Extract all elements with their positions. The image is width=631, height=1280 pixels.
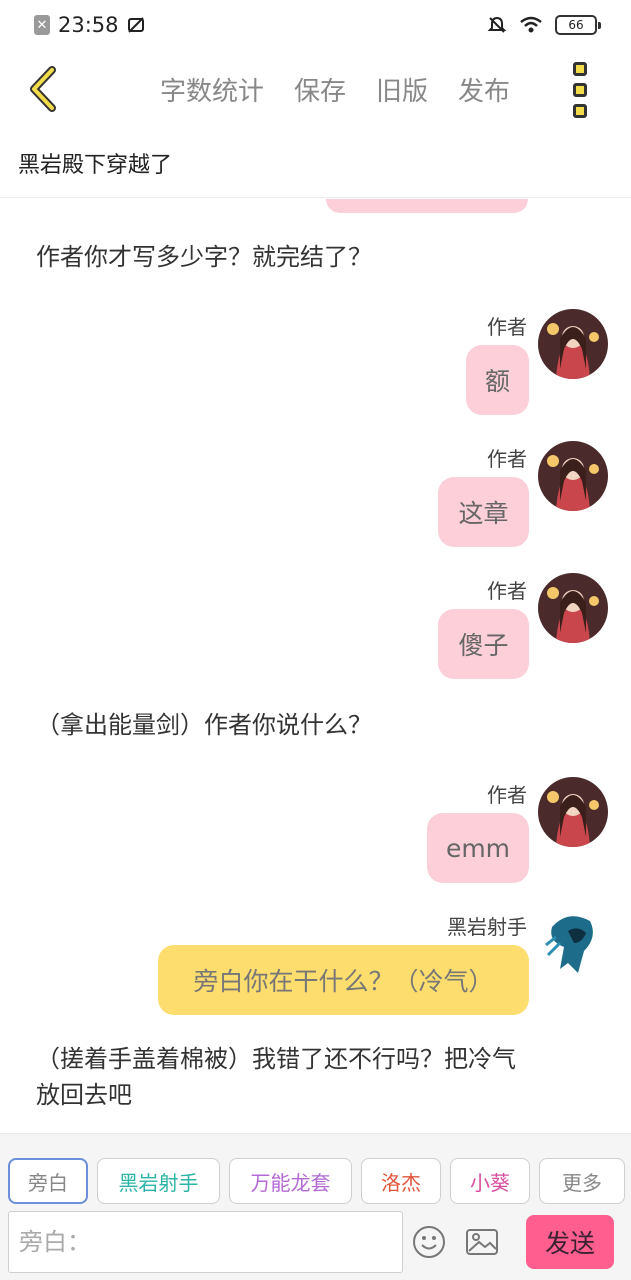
more-menu-button[interactable]	[566, 62, 594, 118]
character-narrator-button[interactable]: 旁白	[8, 1158, 88, 1204]
archer-avatar[interactable]	[538, 907, 608, 977]
old-version-button[interactable]: 旧版	[376, 71, 428, 108]
more-characters-button[interactable]: 更多	[539, 1158, 625, 1204]
speaker-name: 作者	[487, 447, 527, 471]
character-extra-button[interactable]: 万能龙套	[229, 1158, 352, 1204]
back-button[interactable]	[18, 62, 68, 116]
message-bubble[interactable]: emm	[427, 813, 529, 883]
narration-line[interactable]: 作者你才写多少字？就完结了？	[36, 239, 372, 275]
author-avatar[interactable]	[538, 777, 608, 847]
composer-toolbar: 旁白 黑岩射手 万能龙套 洛杰 小葵 更多 发送	[0, 1133, 631, 1280]
message-bubble[interactable]: 额	[466, 345, 529, 415]
narration-line[interactable]: （拿出能量剑）作者你说什么？	[36, 707, 372, 743]
send-button[interactable]: 发送	[526, 1215, 614, 1269]
screenshot-off-icon	[127, 17, 144, 33]
partial-message-bubble	[326, 199, 528, 213]
narration-line-continued: 放回去吧	[36, 1081, 132, 1109]
chat-area[interactable]: 作者你才写多少字？就完结了？ 作者 额 作者 这章 作者 傻子 （拿出能量剑）作…	[0, 199, 631, 1133]
message-bubble[interactable]: 旁白你在干什么？（冷气）	[158, 945, 529, 1015]
message-input[interactable]	[8, 1211, 403, 1273]
author-avatar[interactable]	[538, 573, 608, 643]
character-selector: 旁白 黑岩射手 万能龙套 洛杰 小葵 更多	[8, 1158, 625, 1204]
save-button[interactable]: 保存	[294, 71, 346, 108]
author-avatar[interactable]	[538, 309, 608, 379]
image-icon[interactable]	[465, 1225, 499, 1259]
wifi-icon	[520, 16, 542, 33]
battery-indicator: 66	[555, 15, 601, 35]
message-bubble[interactable]: 傻子	[438, 609, 529, 679]
menu-dot-icon	[573, 104, 587, 118]
top-navigation: 字数统计 保存 旧版 发布	[0, 52, 631, 126]
emoji-icon[interactable]	[412, 1225, 446, 1259]
speaker-name: 黑岩射手	[447, 915, 527, 939]
status-time: 23:58	[58, 13, 119, 37]
character-luojie-button[interactable]: 洛杰	[361, 1158, 441, 1204]
document-title: 黑岩殿下穿越了	[0, 128, 631, 198]
menu-dot-icon	[573, 83, 587, 97]
publish-button[interactable]: 发布	[458, 71, 510, 108]
menu-dot-icon	[573, 62, 587, 76]
character-archer-button[interactable]: 黑岩射手	[97, 1158, 220, 1204]
chevron-left-icon	[30, 66, 56, 112]
word-count-button[interactable]: 字数统计	[160, 71, 264, 108]
author-avatar[interactable]	[538, 441, 608, 511]
notification-x-icon: ✕	[34, 15, 50, 35]
speaker-name: 作者	[487, 315, 527, 339]
bell-muted-icon	[487, 16, 507, 33]
narration-line[interactable]: （搓着手盖着棉被）我错了还不行吗？把冷气	[36, 1041, 516, 1077]
message-bubble[interactable]: 这章	[438, 477, 529, 547]
speaker-name: 作者	[487, 783, 527, 807]
character-xiaokui-button[interactable]: 小葵	[450, 1158, 530, 1204]
speaker-name: 作者	[487, 579, 527, 603]
status-bar: ✕ 23:58 66	[0, 0, 631, 50]
